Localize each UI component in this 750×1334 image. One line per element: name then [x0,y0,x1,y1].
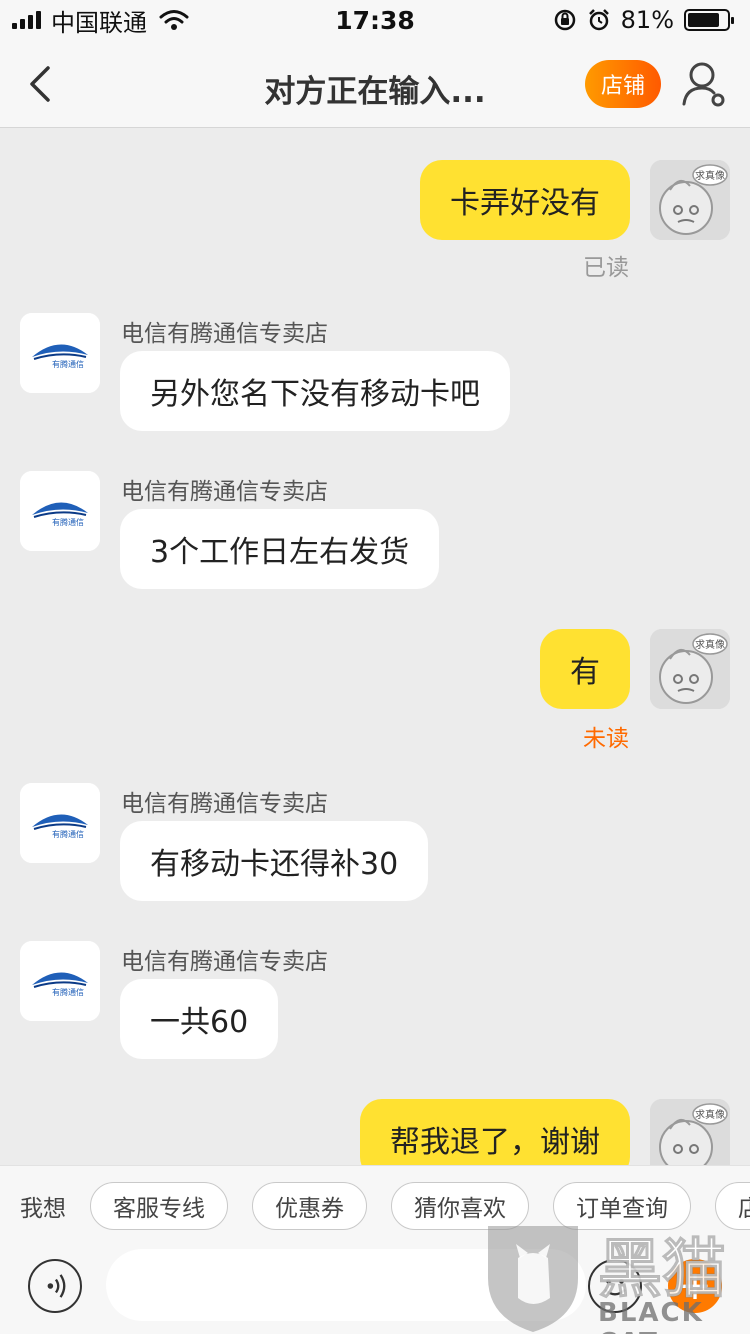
sender-name: 电信有腾通信专卖店 [121,479,328,505]
chip-order-lookup[interactable]: 订单查询 [553,1181,691,1230]
message-incoming: 有腾通信 电信有腾通信专卖店 3个工作日左右发货 [0,467,750,592]
shop-logo-icon: 有腾通信 [20,313,100,393]
shop-avatar[interactable]: 有腾通信 [20,471,100,551]
avatar-badge: 求真像 [695,1108,725,1121]
shop-logo-icon: 有腾通信 [20,471,100,551]
message-input[interactable] [106,1249,586,1321]
cartoon-avatar-icon: 求真像 [650,1099,730,1165]
chip-coupons[interactable]: 优惠券 [252,1181,367,1230]
status-bar: 中国联通 17:38 81% [0,0,750,40]
shop-logo-text: 有腾通信 [52,517,84,527]
rotation-lock-icon [554,9,575,31]
message-bubble[interactable]: 帮我退了，谢谢 [360,1099,630,1165]
shop-avatar[interactable]: 有腾通信 [20,941,100,1021]
my-avatar[interactable]: 求真像 [650,1099,730,1165]
message-incoming: 有腾通信 电信有腾通信专卖店 一共60 [0,937,750,1062]
message-incoming: 有腾通信 电信有腾通信专卖店 另外您名下没有移动卡吧 [0,309,750,434]
shop-logo-text: 有腾通信 [52,987,84,997]
cartoon-avatar-icon: 求真像 [650,629,730,709]
emoji-button[interactable] [588,1259,642,1313]
message-bubble[interactable]: 3个工作日左右发货 [120,509,440,589]
message-incoming: 有腾通信 电信有腾通信专卖店 有移动卡还得补30 [0,779,750,904]
avatar-badge: 求真像 [695,638,725,651]
shop-logo-text: 有腾通信 [52,359,84,369]
message-bubble[interactable]: 有 [540,629,630,709]
shop-avatar[interactable]: 有腾通信 [20,783,100,863]
avatar-badge: 求真像 [695,169,725,182]
message-bubble[interactable]: 一共60 [120,979,279,1059]
user-settings-icon[interactable] [680,60,728,110]
battery-percent: 81% [620,6,674,34]
signal-icon [12,11,41,29]
battery-icon [684,9,734,31]
my-avatar[interactable]: 求真像 [650,629,730,709]
chip-customer-service[interactable]: 客服专线 [90,1181,228,1230]
nav-bar: 对方正在输入... 店铺 [0,40,750,128]
wifi-icon [159,10,189,30]
read-status: 已读 [583,255,629,281]
message-outgoing: 有 求真像 未读 [0,629,750,754]
input-bar: + [0,1245,750,1334]
unread-status: 未读 [583,726,629,752]
shop-logo-text: 有腾通信 [52,829,84,839]
more-actions-button[interactable]: + [668,1259,722,1313]
shop-button[interactable]: 店铺 [585,60,661,108]
sender-name: 电信有腾通信专卖店 [121,321,328,347]
my-avatar[interactable]: 求真像 [650,160,730,240]
message-bubble[interactable]: 有移动卡还得补30 [120,821,429,901]
message-bubble[interactable]: 另外您名下没有移动卡吧 [120,351,510,431]
cartoon-avatar-icon: 求真像 [650,160,730,240]
message-outgoing: 卡弄好没有 求真像 已读 [0,129,750,281]
chip-recommendations[interactable]: 猜你喜欢 [391,1181,529,1230]
sender-name: 电信有腾通信专卖店 [121,949,328,975]
message-outgoing: 帮我退了，谢谢 求真像 [0,1099,750,1165]
carrier-name: 中国联通 [51,8,147,37]
voice-input-button[interactable] [28,1259,82,1313]
shop-avatar[interactable]: 有腾通信 [20,313,100,393]
quick-reply-bar: 我想 客服专线 优惠券 猜你喜欢 订单查询 店铺 [0,1165,750,1245]
message-bubble[interactable]: 卡弄好没有 [420,160,630,240]
chip-shop[interactable]: 店铺 [715,1181,750,1230]
shop-logo-icon: 有腾通信 [20,941,100,1021]
chat-area[interactable]: 卡弄好没有 求真像 已读 有腾通信 电信有腾通信专卖店 另外您名下没有移动卡吧 … [0,129,750,1165]
shop-logo-icon: 有腾通信 [20,783,100,863]
quick-label: 我想 [20,1195,66,1222]
alarm-icon [588,9,609,31]
sender-name: 电信有腾通信专卖店 [121,791,328,817]
